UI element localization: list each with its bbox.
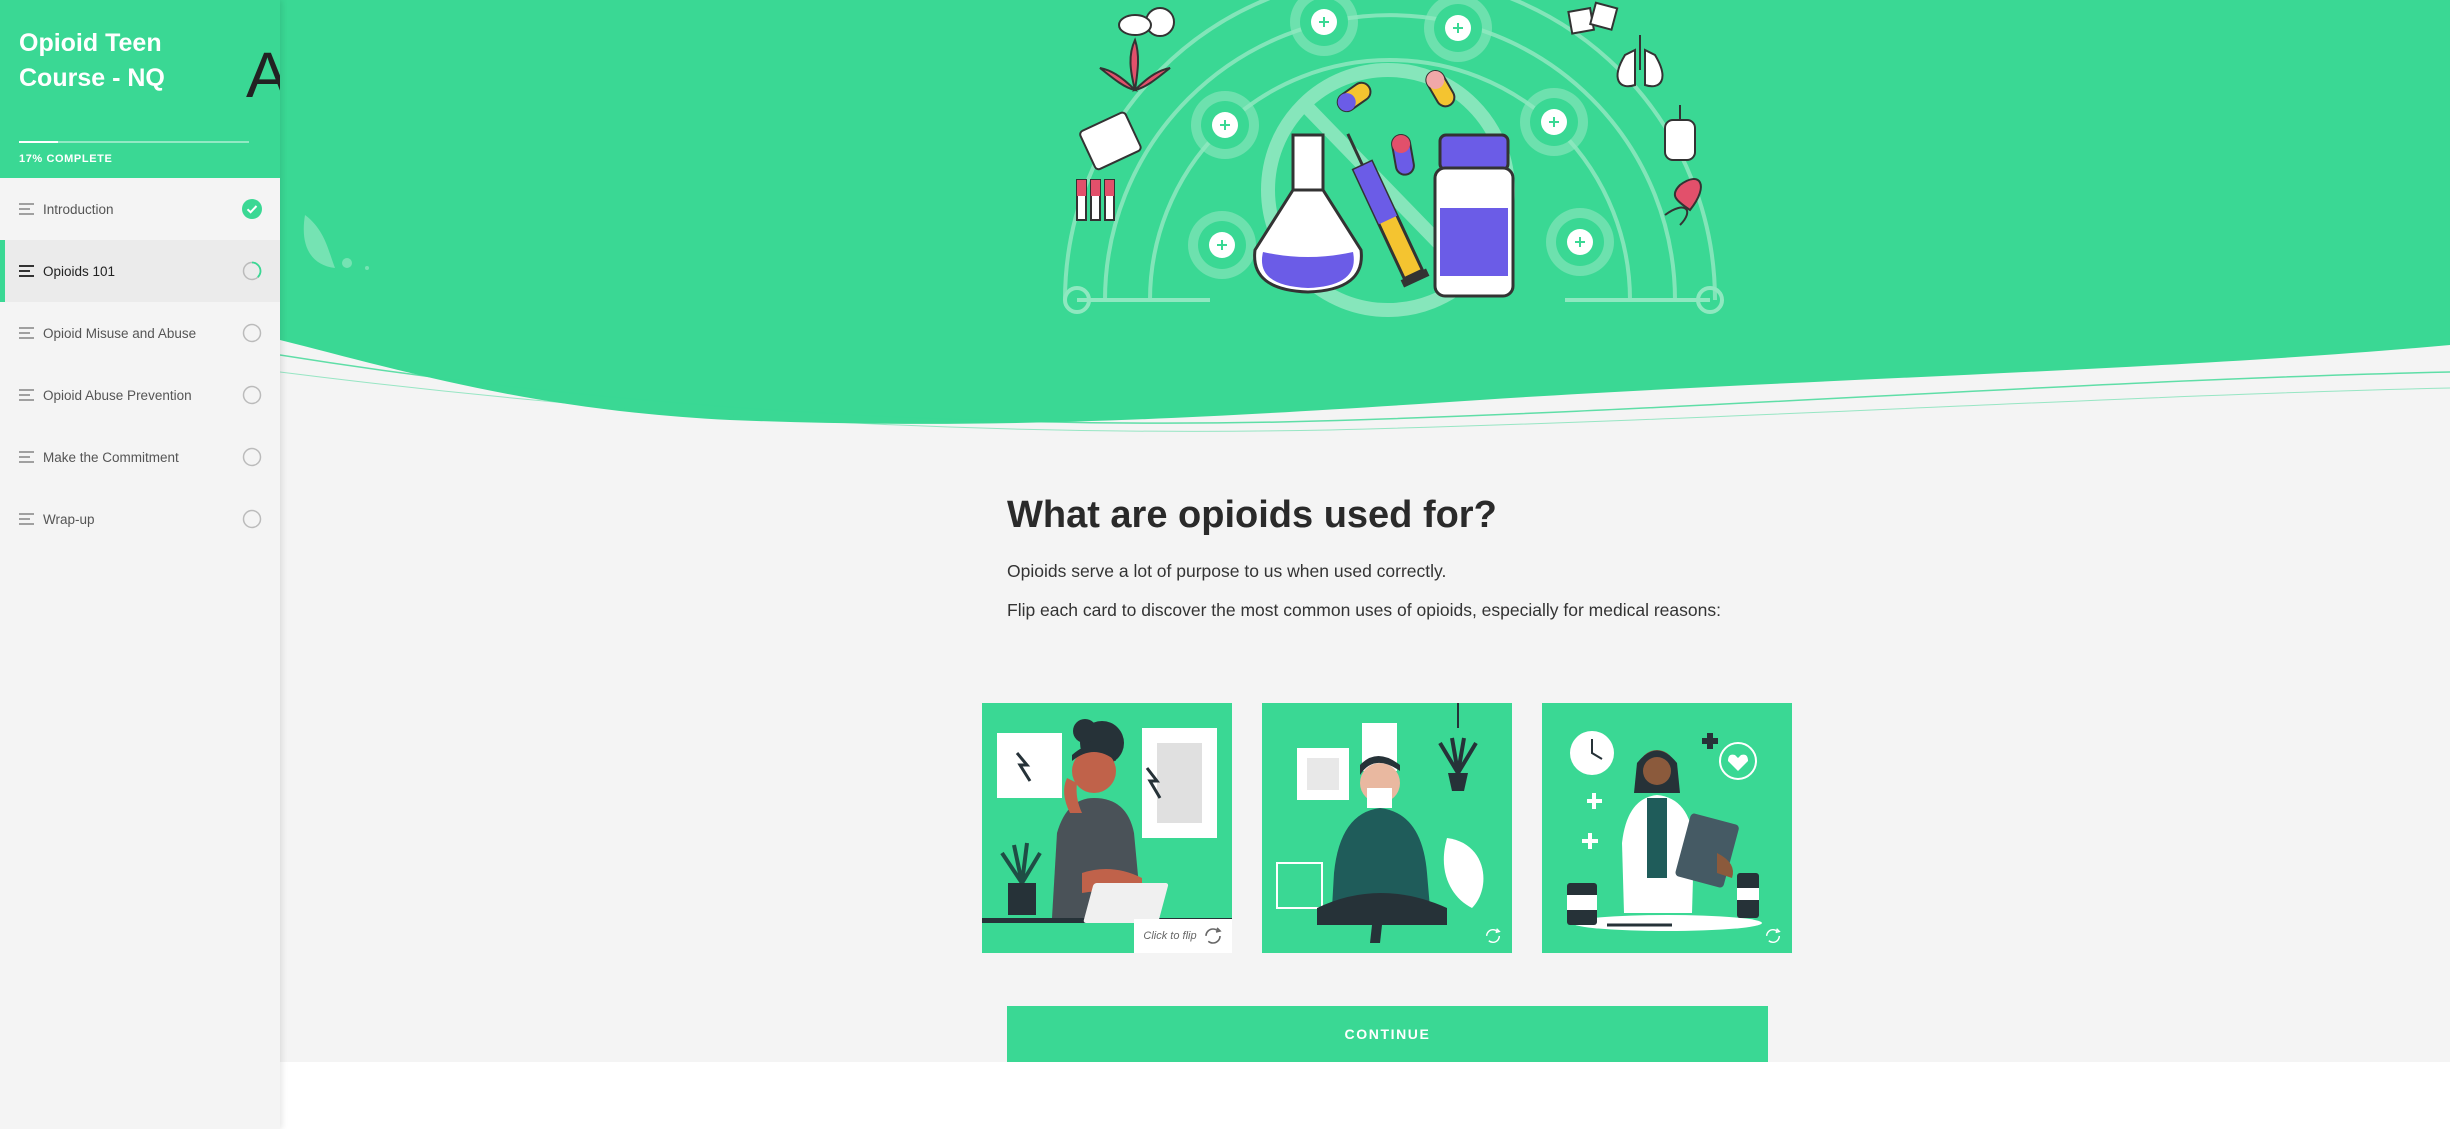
flip-hint-label: Click to flip [1143,930,1197,942]
sidebar-item-opioid-abuse-prevention[interactable]: Opioid Abuse Prevention [0,364,280,426]
course-progress-fill [19,141,59,143]
hero-banner-illustration [280,0,2450,432]
sidebar-item-opioid-misuse-and-abuse[interactable]: Opioid Misuse and Abuse [0,302,280,364]
intro-paragraph: Opioids serve a lot of purpose to us whe… [1007,561,1447,581]
not-started-circle-icon [242,447,262,467]
lesson-list-icon [19,203,34,215]
course-sidebar: Opioid Teen Course - NQ A 17% COMPLETE I… [0,0,280,1129]
lesson-list-icon [19,327,34,339]
decorative-letter-a: A [246,39,280,111]
flip-card-doctor[interactable] [1542,703,1792,953]
woman-headache-illustration [982,719,1232,923]
course-progress-label: 17% COMPLETE [19,153,113,165]
flip-icon[interactable] [1484,927,1502,945]
flip-hint[interactable]: Click to flip [1134,919,1232,953]
lesson-list-icon [19,389,34,401]
man-sneezing-illustration [1276,703,1484,943]
lesson-list-icon [19,451,34,463]
course-title: Opioid Teen Course - NQ [19,29,165,92]
sidebar-item-opioids-101[interactable]: Opioids 101 [0,240,280,302]
page-footer-area [280,1062,2450,1129]
lesson-content[interactable]: What are opioids used for? Opioids serve… [280,0,2450,1129]
sidebar-item-make-the-commitment[interactable]: Make the Commitment [0,426,280,488]
not-started-circle-icon [242,323,262,343]
course-progress-bar [19,141,249,143]
lesson-list-icon [19,265,34,277]
doctor-clipboard-illustration [1567,731,1762,931]
not-started-circle-icon [242,385,262,405]
lesson-list: Introduction Opioids 101 Opioid Misuse a… [0,178,280,550]
flip-icon [1204,927,1222,944]
flip-card-cold[interactable] [1262,703,1512,953]
instruction-paragraph: Flip each card to discover the most comm… [1007,600,1721,620]
sidebar-header: Opioid Teen Course - NQ A 17% COMPLETE [0,0,280,178]
not-started-circle-icon [242,509,262,529]
flashcard-group: Click to flip [982,703,1792,953]
in-progress-icon [242,261,262,281]
section-heading: What are opioids used for? [1007,494,1497,536]
complete-check-icon [242,199,262,219]
sidebar-item-wrap-up[interactable]: Wrap-up [0,488,280,550]
lesson-list-icon [19,513,34,525]
sidebar-item-introduction[interactable]: Introduction [0,178,280,240]
continue-button[interactable]: CONTINUE [1007,1006,1768,1062]
flip-card-headache[interactable]: Click to flip [982,703,1232,953]
flip-icon[interactable] [1764,927,1782,945]
